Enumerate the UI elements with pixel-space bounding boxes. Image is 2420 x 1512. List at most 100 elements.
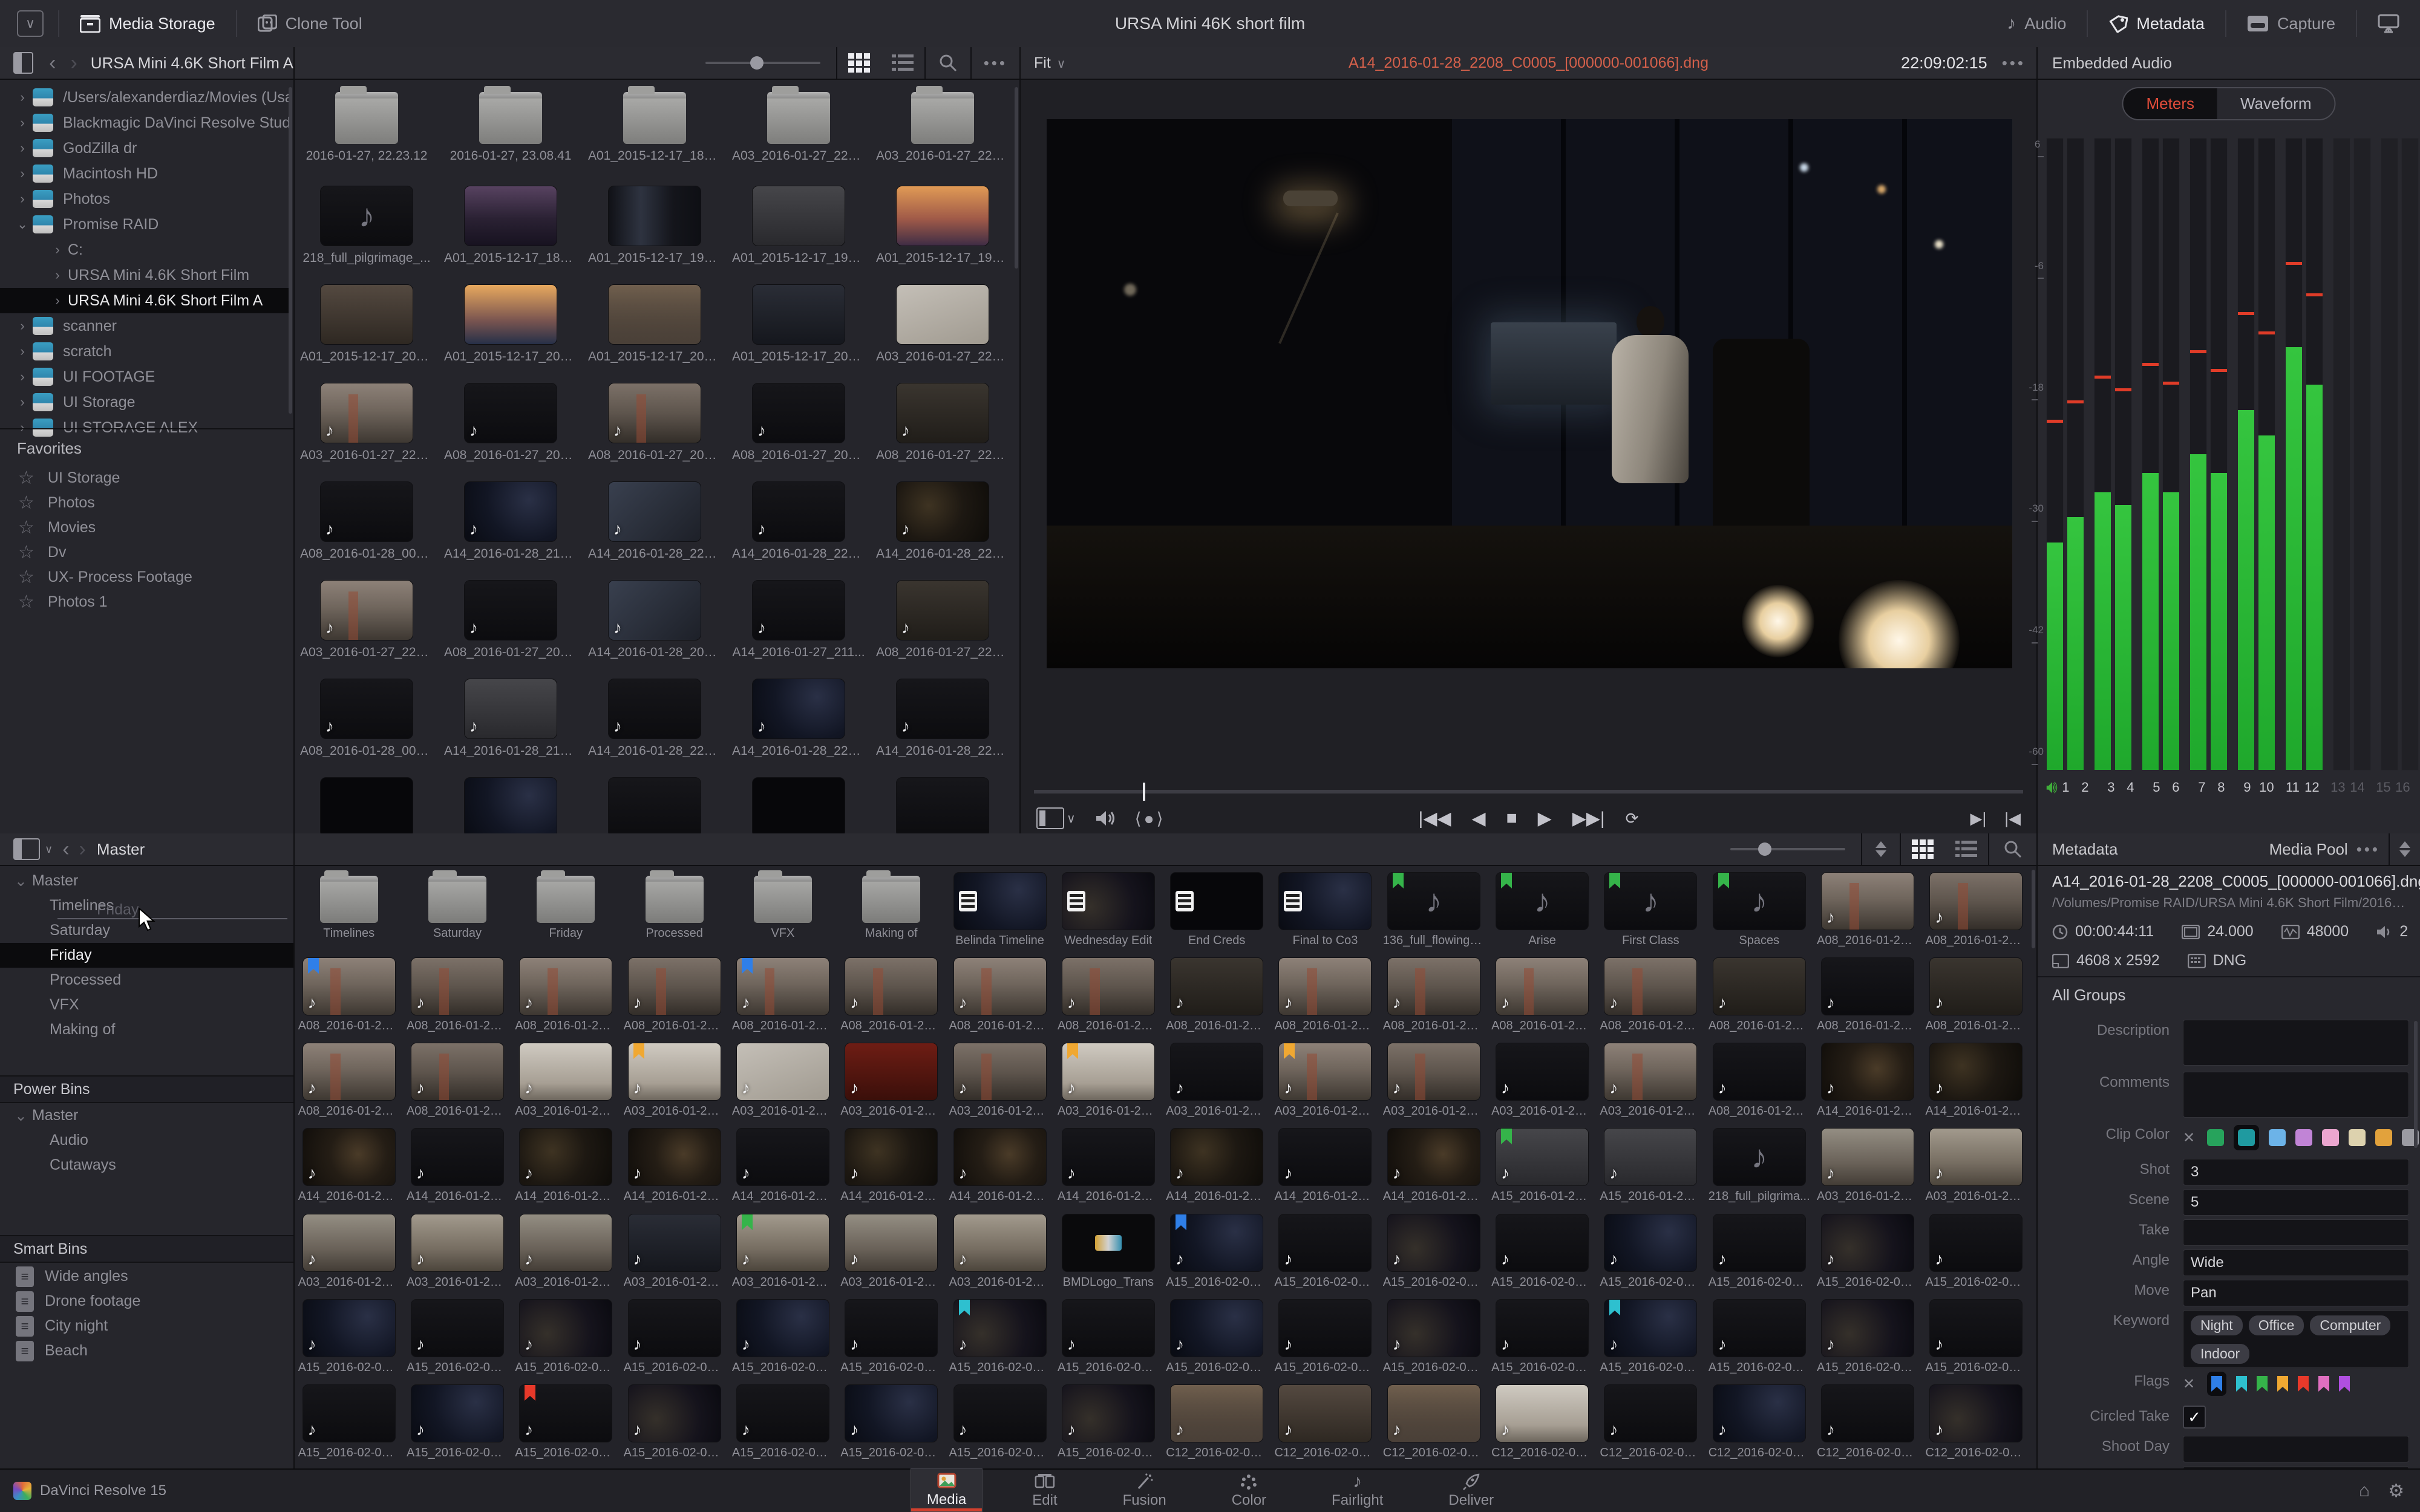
- browser-item[interactable]: [439, 777, 583, 833]
- pool-item[interactable]: ♪ A14_2016-01-28_...: [1163, 1128, 1271, 1213]
- metadata-group-select[interactable]: All Groups: [2052, 986, 2125, 1005]
- pool-item[interactable]: Final to Co3: [1271, 872, 1379, 957]
- pool-item[interactable]: ♪ A08_2016-01-27_...: [1922, 957, 2030, 1043]
- pool-item[interactable]: ♪ A14_2016-01-28_...: [728, 1128, 837, 1213]
- flag-purple[interactable]: [2339, 1376, 2350, 1392]
- field-input[interactable]: 3: [2183, 1159, 2409, 1185]
- storage-tree-item[interactable]: › UI STORAGE ALEX: [0, 415, 290, 440]
- audio-panel-button[interactable]: ♪ Audio: [1986, 0, 2087, 47]
- pool-item[interactable]: ♪ A03_2016-01-27_...: [837, 1043, 946, 1128]
- pool-item[interactable]: ♪ A08_2016-01-27_...: [295, 1043, 403, 1128]
- pool-item[interactable]: ♪ A14_2016-01-28_...: [1813, 1043, 1921, 1128]
- browser-item[interactable]: ♪ A08_2016-01-27_205...: [583, 383, 727, 481]
- chevron-icon[interactable]: ›: [12, 191, 33, 207]
- pool-item[interactable]: ♪ A14_2016-01-28_...: [1922, 1043, 2030, 1128]
- pool-item[interactable]: ♪ C12_2016-02-05_...: [1705, 1384, 1813, 1470]
- metadata-panel-button[interactable]: Metadata: [2088, 0, 2225, 47]
- chevron-icon[interactable]: ›: [12, 394, 33, 410]
- pool-item[interactable]: ♪ A15_2016-02-05_...: [1597, 1299, 1705, 1384]
- settings-gear-icon[interactable]: ⚙: [2388, 1481, 2404, 1502]
- browser-item[interactable]: A01_2015-12-17_202...: [583, 284, 727, 383]
- power-bins-header[interactable]: Power Bins: [0, 1075, 293, 1103]
- browser-item[interactable]: A01_2015-12-17_190...: [583, 186, 727, 284]
- pool-item[interactable]: ♪ A15_2016-02-05_...: [295, 1299, 403, 1384]
- storage-tree-item[interactable]: › scratch: [0, 339, 290, 364]
- clip-color-cream[interactable]: [2349, 1129, 2366, 1146]
- smart-bin-item[interactable]: Wide angles: [0, 1264, 293, 1289]
- pool-item[interactable]: ♪ C12_2016-02-05_...: [1379, 1384, 1488, 1470]
- chevron-icon[interactable]: ›: [47, 267, 68, 283]
- first-frame-button[interactable]: |◀◀: [1419, 808, 1451, 829]
- chevron-icon[interactable]: ›: [12, 420, 33, 435]
- power-bin-item[interactable]: Cutaways: [0, 1153, 293, 1178]
- options-menu-icon[interactable]: •••: [984, 54, 1007, 73]
- browser-item[interactable]: ♪ A14_2016-01-28_223...: [727, 481, 871, 580]
- metadata-scrollbar[interactable]: [2414, 1021, 2418, 1148]
- bin-item[interactable]: ⌄ Master: [0, 868, 293, 893]
- cleanfeed-monitor-button[interactable]: [2357, 0, 2420, 47]
- browser-item[interactable]: ♪ A14_2016-01-28_205...: [583, 580, 727, 679]
- pool-item[interactable]: ♪ A15_2016-02-05_...: [512, 1384, 620, 1470]
- browser-item[interactable]: 2016-01-27, 22.23.12: [295, 86, 439, 186]
- pool-item[interactable]: ♪ A14_2016-01-28_...: [620, 1128, 728, 1213]
- pool-item[interactable]: ♪ 136_full_flowing_...: [1379, 872, 1488, 957]
- pool-item[interactable]: ♪ A15_2016-02-05_...: [1597, 1213, 1705, 1299]
- mark-out-button[interactable]: |◀: [2004, 809, 2021, 828]
- pool-item[interactable]: ♪ A14_2016-01-28_...: [946, 1128, 1054, 1213]
- browser-item[interactable]: ♪ A08_2016-01-27_204...: [439, 580, 583, 679]
- chevron-icon[interactable]: ›: [12, 369, 33, 385]
- project-manager-icon[interactable]: ⌂: [2359, 1481, 2370, 1502]
- browser-item[interactable]: ♪ A14_2016-01-28_221...: [583, 679, 727, 777]
- pool-item[interactable]: ♪ A15_2016-02-05_...: [1054, 1384, 1162, 1470]
- keyword-tag[interactable]: Night: [2191, 1315, 2243, 1335]
- browser-item[interactable]: [871, 777, 1015, 833]
- pool-item[interactable]: ♪ A15_2016-02-05_...: [620, 1299, 728, 1384]
- pool-item[interactable]: ♪ A08_2016-01-27_...: [403, 957, 511, 1043]
- smart-bin-item[interactable]: Beach: [0, 1338, 293, 1363]
- workspace-toggle-icon[interactable]: ∨: [17, 10, 44, 37]
- pool-item[interactable]: Processed: [620, 870, 728, 957]
- pool-item[interactable]: ♪ C12_2016-02-05_...: [1597, 1384, 1705, 1470]
- pool-item[interactable]: ♪ A08_2016-01-27_...: [403, 1043, 511, 1128]
- storage-tree-item[interactable]: › Blackmagic DaVinci Resolve Studio: [0, 110, 290, 135]
- pool-item[interactable]: ♪ A03_2016-01-25_...: [837, 1213, 946, 1299]
- chevron-icon[interactable]: ›: [12, 166, 33, 181]
- metadata-source-select[interactable]: Media Pool: [2269, 840, 2348, 859]
- pool-item[interactable]: ♪ A15_2016-02-05_...: [1813, 1213, 1921, 1299]
- pool-item[interactable]: ♪ A08_2016-01-27_...: [1054, 957, 1162, 1043]
- storage-tree-item[interactable]: › UI FOOTAGE: [0, 364, 290, 389]
- browser-item[interactable]: ♪ A08_2016-01-28_000...: [295, 679, 439, 777]
- browser-item[interactable]: ♪ A08_2016-01-28_000...: [295, 481, 439, 580]
- pool-item[interactable]: ♪ A15_2016-02-05_...: [1705, 1299, 1813, 1384]
- pool-item[interactable]: ♪ A15_2016-02-05_...: [1163, 1213, 1271, 1299]
- storage-tree-item[interactable]: ⌄ Promise RAID: [0, 212, 290, 237]
- search-icon[interactable]: [2004, 840, 2022, 858]
- pool-item[interactable]: ♪ C12_2016-02-05_...: [1813, 1384, 1921, 1470]
- pool-item[interactable]: ♪ A08_2016-01-27_...: [295, 957, 403, 1043]
- pool-item[interactable]: ♪ A15_2016-02-05_...: [1163, 1299, 1271, 1384]
- browser-item[interactable]: A03_2016-01-27_224...: [871, 284, 1015, 383]
- chevron-icon[interactable]: ›: [12, 318, 33, 334]
- pool-item[interactable]: ♪ A15_2016-02-05_...: [620, 1384, 728, 1470]
- browser-item[interactable]: [295, 777, 439, 833]
- browser-item[interactable]: ♪ A08_2016-01-27_205...: [727, 383, 871, 481]
- panel-toggle-icon[interactable]: [13, 838, 40, 860]
- pool-item[interactable]: ♪ C12_2016-02-05_...: [1922, 1384, 2030, 1470]
- pool-item[interactable]: ♪ A15_2016-02-05_...: [837, 1299, 946, 1384]
- panel-toggle-icon[interactable]: [13, 52, 34, 74]
- pool-item[interactable]: ♪ A08_2016-01-27_...: [1813, 872, 1921, 957]
- pool-item[interactable]: ♪ C12_2016-02-05_...: [1271, 1384, 1379, 1470]
- pool-item[interactable]: ♪ A15_2016-02-05_...: [1922, 1299, 2030, 1384]
- storage-scrollbar[interactable]: [289, 87, 292, 414]
- bin-item[interactable]: Processed: [0, 968, 293, 992]
- list-view-icon[interactable]: [1954, 839, 1978, 859]
- pool-item[interactable]: BMDLogo_Trans: [1054, 1213, 1162, 1299]
- pool-item[interactable]: ♪ A03_2016-01-27_...: [1488, 1043, 1596, 1128]
- browser-item[interactable]: A01_2015-12-17_195...: [871, 186, 1015, 284]
- stop-button[interactable]: ■: [1506, 808, 1517, 829]
- pool-item[interactable]: ♪ A15_2016-02-05_...: [1705, 1213, 1813, 1299]
- storage-tree-item[interactable]: › URSA Mini 4.6K Short Film: [0, 262, 290, 288]
- browser-item[interactable]: ♪ A14_2016-01-28_215...: [439, 481, 583, 580]
- field-input[interactable]: 5: [2183, 1189, 2409, 1216]
- pool-item[interactable]: ♪ A15_2016-02-05_...: [1379, 1213, 1488, 1299]
